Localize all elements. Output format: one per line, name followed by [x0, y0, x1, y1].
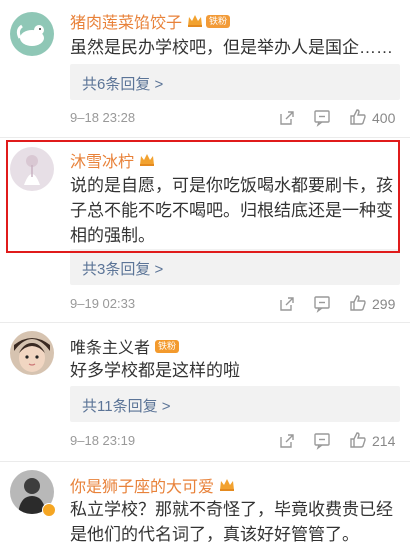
comment-header: 你是狮子座的大可爱: [70, 473, 236, 497]
username[interactable]: 你是狮子座的大可爱: [70, 473, 214, 497]
avatar[interactable]: [10, 12, 54, 56]
like-count: 214: [372, 433, 396, 449]
comment-time: 9–18 23:19: [70, 433, 136, 448]
fan-badge: 铁粉: [206, 14, 231, 28]
username[interactable]: 唯条主义者: [70, 334, 150, 358]
username[interactable]: 猪肉莲菜馅饺子: [70, 9, 182, 33]
view-replies-link[interactable]: 共3条回复 >: [82, 258, 163, 279]
comment-text: 好多学校都是这样的啦: [70, 361, 240, 380]
comment-header: 猪肉莲菜馅饺子 铁粉: [70, 9, 231, 33]
like-count: 400: [372, 110, 396, 126]
share-icon[interactable]: [278, 295, 296, 313]
comment-header: 唯条主义者 铁粉: [70, 334, 180, 358]
like-icon[interactable]: [349, 108, 367, 126]
comment-icon[interactable]: [313, 432, 331, 450]
comment-icon[interactable]: [313, 295, 331, 313]
share-icon[interactable]: [278, 432, 296, 450]
divider: [0, 461, 410, 462]
fan-badge: 铁粉: [155, 339, 180, 353]
comment-time: 9–19 02:33: [70, 296, 136, 311]
like-icon[interactable]: [349, 431, 367, 449]
avatar[interactable]: [10, 331, 54, 375]
like-count: 299: [372, 296, 396, 312]
crown-icon: [186, 13, 204, 29]
highlight-box: [6, 140, 400, 253]
comment-icon[interactable]: [313, 109, 331, 127]
share-icon[interactable]: [278, 109, 296, 127]
verified-badge-icon: [42, 503, 56, 517]
divider: [0, 137, 410, 138]
comment-text: 虽然是民办学校吧，但是举办人是国企……: [70, 38, 393, 57]
comment-time: 9–18 23:28: [70, 110, 136, 125]
reply-box[interactable]: 共3条回复 >: [70, 249, 400, 285]
reply-box[interactable]: 共11条回复 >: [70, 386, 400, 422]
view-replies-link[interactable]: 共11条回复 >: [82, 395, 171, 416]
divider: [0, 322, 410, 323]
view-replies-link[interactable]: 共6条回复 >: [82, 73, 163, 94]
reply-box[interactable]: 共6条回复 >: [70, 64, 400, 100]
crown-icon: [218, 477, 236, 493]
like-icon[interactable]: [349, 294, 367, 312]
comment-text: 私立学校？那就不奇怪了，毕竟收费贵已经是他们的代名词了，真该好好管管了。: [70, 500, 393, 544]
